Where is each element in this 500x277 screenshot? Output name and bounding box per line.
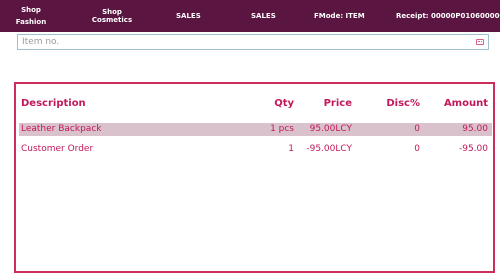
column-header-qty: Qty (274, 98, 294, 109)
item-number-placeholder: Item no. (22, 37, 60, 47)
store-name-line1: Shop (21, 6, 41, 14)
substore-line2: Cosmetics (91, 16, 133, 24)
store-button[interactable]: Shop Fashion (6, 0, 56, 32)
store-name-line2: Fashion (15, 18, 47, 26)
top-bar: Shop Fashion Shop Cosmetics SALES SALES … (0, 0, 500, 32)
column-header-price: Price (323, 98, 352, 109)
row-price: -95.00LCY (306, 144, 352, 154)
sales-menu-button[interactable]: SALES (176, 0, 201, 32)
row-qty: 1 (288, 144, 294, 154)
table-header: Description Qty Price Disc% Amount (19, 97, 492, 111)
row-description: Customer Order (21, 144, 94, 154)
fmode-indicator: FMode: ITEM (314, 12, 365, 20)
row-disc: 0 (414, 144, 420, 154)
row-description: Leather Backpack (21, 124, 102, 134)
table-row[interactable]: Customer Order 1 -95.00LCY 0 -95.00 (19, 143, 492, 156)
row-qty: 1 pcs (270, 124, 294, 134)
store-switch-button[interactable]: Shop Cosmetics (90, 0, 134, 32)
row-disc: 0 (414, 124, 420, 134)
table-row[interactable]: Leather Backpack 1 pcs 95.00LCY 0 95.00 (19, 123, 492, 136)
column-header-disc: Disc% (386, 98, 420, 109)
row-amount: -95.00 (458, 144, 488, 154)
substore-line1: Shop (102, 8, 122, 16)
row-price: 95.00LCY (309, 124, 352, 134)
transaction-lines-panel: Description Qty Price Disc% Amount Leath… (14, 82, 495, 273)
item-number-input[interactable]: Item no. (17, 34, 489, 50)
keyboard-icon[interactable] (476, 39, 484, 45)
receipt-number: Receipt: 00000P0106000000002 (396, 12, 500, 20)
column-header-description: Description (21, 98, 86, 109)
sales-mode-button[interactable]: SALES (251, 0, 276, 32)
column-header-amount: Amount (443, 98, 488, 109)
row-amount: 95.00 (462, 124, 488, 134)
